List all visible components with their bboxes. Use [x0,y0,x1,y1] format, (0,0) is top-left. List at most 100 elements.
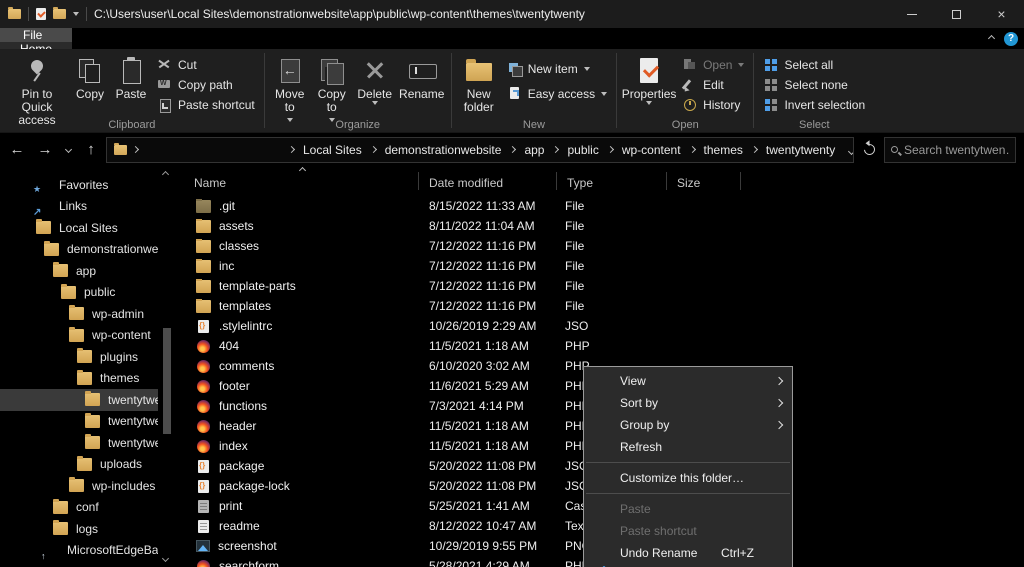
sidebar-tree-item[interactable]: wp-includes [0,475,158,497]
file-date-modified: 10/26/2019 2:29 AM [419,319,557,333]
recent-locations-caret[interactable] [60,137,76,163]
paste-shortcut-button[interactable]: Paste shortcut [157,96,255,113]
history-button[interactable]: History [682,96,744,113]
ribbon-tab[interactable]: File [0,28,72,42]
rename-button[interactable]: Rename [397,52,447,103]
breadcrumb-segment[interactable]: twentytwenty [743,143,835,157]
easy-access-icon [507,86,522,101]
column-divider[interactable] [740,172,741,190]
column-header-type[interactable]: Type [557,176,667,196]
quick-access-newfolder-icon[interactable] [53,9,66,19]
sidebar-scrollbar[interactable] [161,170,173,565]
column-divider[interactable] [418,172,419,190]
context-menu-item[interactable]: Refresh [584,436,792,458]
invert-selection-button[interactable]: Invert selection [763,96,865,113]
sidebar-tree-item[interactable]: twentytwen [0,389,158,411]
pin-to-quick-access-button[interactable]: Pin to Quick access [4,52,70,129]
new-item-button[interactable]: New item [507,60,607,77]
sidebar-tree-item[interactable]: themes [0,368,158,390]
menu-item-icon [594,439,610,455]
context-menu-item[interactable]: Sort by [584,392,792,414]
column-divider[interactable] [556,172,557,190]
sidebar-tree-item[interactable]: MicrosoftEdgeBacku [0,540,158,562]
back-button[interactable]: ← [4,137,30,163]
sidebar-tree-item[interactable]: logs [0,518,158,540]
scroll-up-icon[interactable] [162,171,169,178]
file-row[interactable]: assets 8/11/2022 11:04 AM File [184,216,1024,236]
quick-access-toolbar-caret-icon[interactable] [73,12,79,16]
forward-button[interactable]: → [32,137,58,163]
open-button[interactable]: Open [682,56,744,73]
scroll-down-icon[interactable] [162,555,169,562]
easy-access-button[interactable]: Easy access [507,85,607,102]
column-divider[interactable] [666,172,667,190]
file-type-icon [196,240,211,253]
sidebar-tree-item[interactable]: twentytwen [0,432,158,454]
sidebar-tree-item[interactable]: plugins [0,346,158,368]
context-menu-item[interactable]: View [584,370,792,392]
sidebar-tree-item[interactable]: public [0,282,158,304]
collapse-ribbon-icon[interactable] [988,35,995,42]
select-none-button[interactable]: Select none [763,76,865,93]
search-box[interactable] [884,137,1016,163]
copy-button[interactable]: Copy [70,52,110,103]
context-menu-item[interactable]: Group by [584,414,792,436]
new-folder-button[interactable]: New folder [456,52,502,116]
sidebar-tree-item[interactable]: uploads [0,454,158,476]
select-none-label: Select none [784,78,847,92]
file-type-icon [197,560,210,567]
context-menu-item[interactable]: Undo Rename Ctrl+Z [584,542,792,564]
file-row[interactable]: .git 8/15/2022 11:33 AM File [184,196,1024,216]
file-row[interactable]: classes 7/12/2022 11:16 PM File [184,236,1024,256]
copy-path-button[interactable]: Copy path [157,76,255,93]
sidebar-tree-item[interactable]: app [0,260,158,282]
help-icon[interactable]: ? [1004,32,1018,46]
select-all-button[interactable]: Select all [763,56,865,73]
breadcrumb-segment[interactable]: public [544,143,598,157]
copy-icon [75,56,105,86]
breadcrumb-segment[interactable]: demonstrationwebsite [362,143,502,157]
column-header-date-modified[interactable]: Date modified [419,176,557,196]
breadcrumb-segment[interactable]: app [501,143,544,157]
close-button[interactable]: × [979,0,1024,28]
open-label: Open [703,58,732,72]
scrollbar-thumb[interactable] [163,328,171,434]
file-row[interactable]: template-parts 7/12/2022 11:16 PM File [184,276,1024,296]
file-row[interactable]: inc 7/12/2022 11:16 PM File [184,256,1024,276]
file-row[interactable]: templates 7/12/2022 11:16 PM File [184,296,1024,316]
sidebar-tree-item[interactable]: conf [0,497,158,519]
sidebar-item-label: themes [100,371,139,385]
cut-button[interactable]: Cut [157,56,255,73]
sidebar-tree-item[interactable]: demonstrationwebs [0,239,158,261]
sidebar-tree-item[interactable]: wp-content [0,325,158,347]
sidebar-tree-item[interactable]: Favorites [0,174,158,196]
refresh-button[interactable] [856,137,882,163]
address-dropdown-button[interactable] [841,143,854,157]
search-input[interactable] [904,143,1009,157]
breadcrumb-segment[interactable]: wp-content [599,143,681,157]
context-menu-item[interactable]: Customize this folder… [584,467,792,489]
sidebar-tree-item[interactable]: Local Sites [0,217,158,239]
context-menu-item[interactable]: Paste [584,498,792,520]
address-bar[interactable]: Local Sites demonstrationwebsite app pub… [106,137,854,163]
breadcrumb-segment[interactable]: themes [681,143,743,157]
copy-to-button[interactable]: Copy to [311,52,353,124]
move-to-button[interactable]: Move to [269,52,311,124]
file-row[interactable]: 404 11/5/2021 1:18 AM PHP [184,336,1024,356]
quick-access-properties-icon[interactable] [36,8,46,20]
paste-button[interactable]: Paste [110,52,152,103]
column-header-name[interactable]: Name [184,176,419,196]
sidebar-tree-item[interactable]: wp-admin [0,303,158,325]
maximize-button[interactable] [934,0,979,28]
breadcrumb-segment[interactable]: Local Sites [280,143,362,157]
context-menu-item[interactable]: Paste shortcut [584,520,792,542]
sidebar-tree-item[interactable]: twentytwen [0,411,158,433]
edit-button[interactable]: Edit [682,76,744,93]
file-row[interactable]: .stylelintrc 10/26/2019 2:29 AM JSO [184,316,1024,336]
sidebar-tree-item[interactable]: Links [0,196,158,218]
properties-button[interactable]: Properties [621,52,677,107]
column-header-size[interactable]: Size [667,176,741,196]
up-button[interactable]: ↑ [78,137,104,163]
delete-button[interactable]: Delete [353,52,397,107]
minimize-button[interactable] [889,0,934,28]
